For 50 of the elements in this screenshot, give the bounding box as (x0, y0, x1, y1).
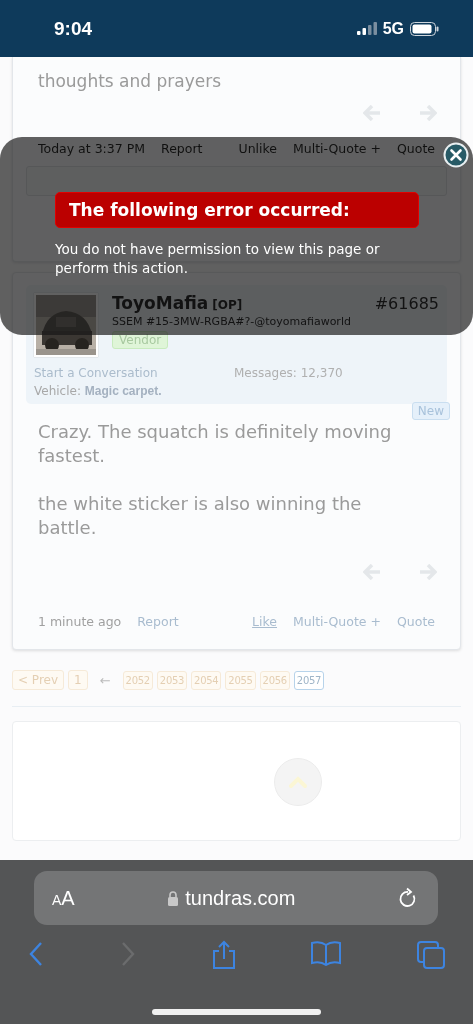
close-icon[interactable] (443, 142, 469, 168)
post-action-link[interactable]: Unlike (238, 141, 277, 156)
share-icon[interactable] (210, 940, 237, 970)
url-text: tundras.com (185, 886, 296, 910)
page-button[interactable]: 2052 (122, 670, 153, 690)
post-text: Crazy. The squatch is definitely moving fastest. (38, 420, 393, 468)
clock: 9:04 (54, 17, 93, 40)
tabs-icon[interactable] (416, 940, 446, 970)
user-title: SSEM #15-3MW-RGBA#?-@toyomafiaworld (112, 315, 352, 328)
vendor-badge: Vendor (112, 331, 169, 349)
scroll-to-top-button[interactable] (274, 758, 322, 806)
vehicle-value: Magic carpet. (84, 384, 162, 398)
start-conversation-link[interactable]: Start a Conversation (34, 366, 234, 380)
report-link[interactable]: Report (161, 141, 203, 156)
page-gap-arrow: ← (99, 672, 111, 688)
op-tag: [OP] (212, 298, 243, 312)
error-banner: The following error occurred: (55, 192, 419, 228)
text-size-button[interactable]: AA (52, 886, 75, 910)
page-button[interactable]: 1 (68, 670, 88, 690)
new-badge: New (411, 402, 450, 420)
address-bar[interactable]: AA tundras.com (34, 871, 438, 925)
battery-icon (410, 21, 439, 36)
post-action-link[interactable]: Quote (397, 614, 435, 629)
messages-count: 12,370 (300, 366, 343, 380)
bookmarks-icon[interactable] (310, 940, 343, 966)
signal-icon (356, 22, 377, 35)
post-action-link[interactable]: Multi-Quote + (293, 614, 381, 629)
post-time: Today at 3:37 PM (38, 141, 146, 156)
post-number[interactable]: #61685 (374, 294, 439, 313)
post-action-link[interactable]: Like (252, 614, 277, 629)
page-button[interactable]: 2055 (225, 670, 256, 690)
vehicle-label: Vehicle: (34, 384, 81, 398)
page-button[interactable]: 2056 (259, 670, 290, 690)
back-icon[interactable] (27, 940, 45, 968)
username[interactable]: ToyoMafia (112, 293, 209, 313)
error-message: You do not have permission to view this page or perform this action. (55, 240, 381, 278)
post-text: thoughts and prayers (38, 70, 223, 93)
network-type: 5G (382, 19, 404, 38)
post-time: 1 minute ago (38, 614, 122, 629)
page-button[interactable]: 2053 (156, 670, 188, 690)
lock-icon (167, 890, 180, 906)
report-link[interactable]: Report (137, 614, 179, 629)
messages-label: Messages: (234, 366, 297, 380)
page-button[interactable]: 2054 (191, 670, 222, 690)
reload-icon[interactable] (398, 887, 418, 909)
post-text: the white sticker is also winning the battle. (38, 492, 363, 540)
prev-page-button[interactable]: < Prev (12, 670, 65, 690)
page-button[interactable]: 2057 (293, 670, 325, 690)
post-action-link[interactable]: Quote (397, 141, 435, 156)
post-action-link[interactable]: Multi-Quote + (293, 141, 381, 156)
